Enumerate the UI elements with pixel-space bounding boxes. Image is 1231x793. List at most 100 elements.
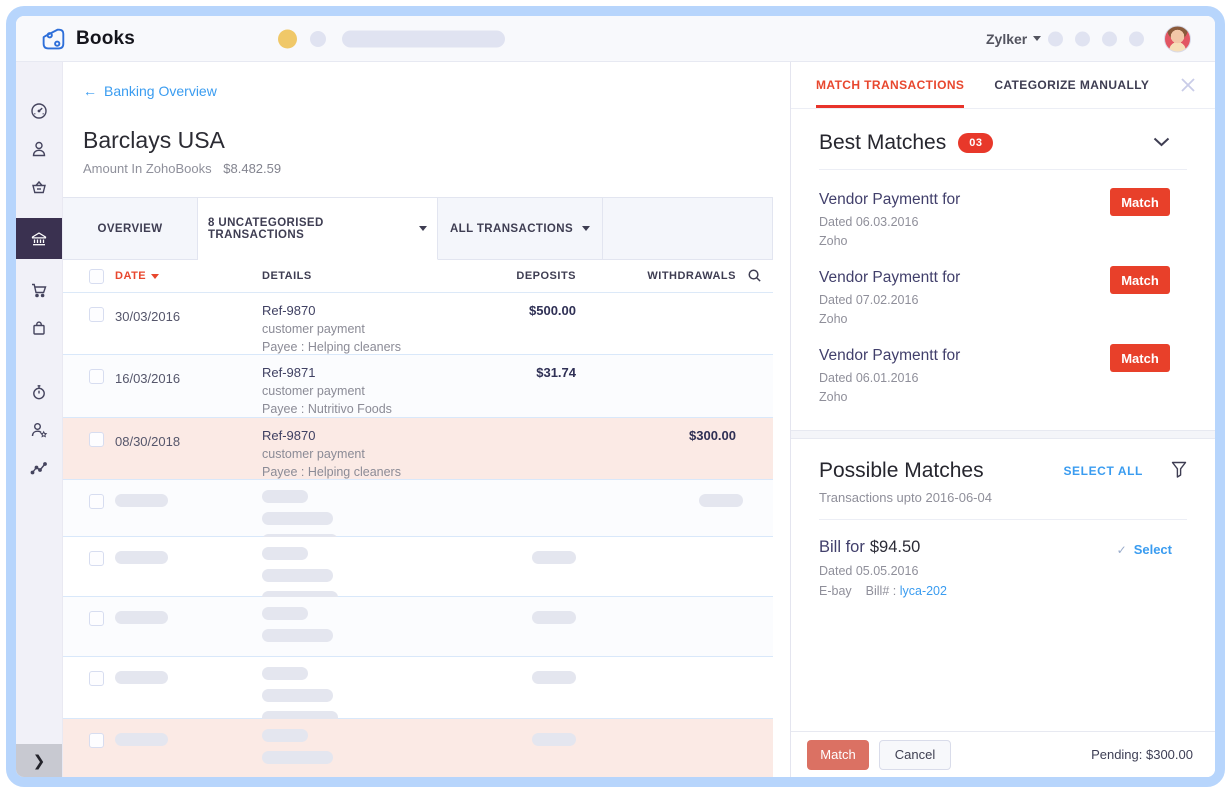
collapse-chevron-icon[interactable] — [1153, 134, 1170, 152]
chevron-down-icon — [419, 226, 427, 231]
skeleton-pill — [262, 490, 308, 503]
tab-categorize-manually[interactable]: CATEGORIZE MANUALLY — [994, 62, 1149, 108]
tab-match-transactions[interactable]: MATCH TRANSACTIONS — [816, 62, 965, 108]
topbar-icon-placeholder[interactable] — [1129, 31, 1144, 46]
row-checkbox[interactable] — [89, 307, 104, 322]
skeleton-amount-pill — [532, 551, 576, 564]
row-description: customer payment — [262, 447, 365, 461]
select-all-link[interactable]: SELECT ALL — [1063, 464, 1143, 478]
match-button[interactable]: Match — [807, 739, 869, 770]
row-description: customer payment — [262, 384, 365, 398]
row-checkbox[interactable] — [89, 611, 104, 626]
possible-matches-subtitle: Transactions upto 2016-06-04 — [819, 490, 992, 505]
filter-icon[interactable] — [1171, 461, 1187, 483]
sidebar-item-items[interactable] — [16, 168, 62, 206]
sidebar-item-contacts[interactable] — [16, 130, 62, 168]
sidebar-expand-button[interactable]: ❯ — [16, 744, 62, 777]
items-icon — [29, 177, 49, 197]
close-icon[interactable] — [1179, 76, 1197, 94]
back-to-banking-overview-link[interactable]: ← Banking Overview — [83, 83, 217, 99]
date-column-sort[interactable]: DATE — [115, 270, 160, 282]
accountant-icon — [29, 420, 49, 440]
row-payee: Payee : Helping cleaners — [262, 340, 401, 354]
search-bar[interactable] — [342, 30, 505, 47]
table-row[interactable]: 16/03/2016 Ref-9871 customer payment Payee … — [63, 355, 773, 418]
purchases-icon — [29, 318, 49, 338]
row-checkbox[interactable] — [89, 432, 104, 447]
row-checkbox[interactable] — [89, 494, 104, 509]
sidebar-item-accountant[interactable] — [16, 411, 62, 449]
select-all-checkbox[interactable] — [89, 269, 104, 284]
skeleton-pill — [262, 607, 308, 620]
match-item-match-button[interactable]: Match — [1110, 188, 1170, 216]
match-item-match-button[interactable]: Match — [1110, 344, 1170, 372]
table-row[interactable]: 30/03/2016 Ref-9870 customer payment Payee … — [63, 293, 773, 355]
details-column-header: DETAILS — [262, 270, 312, 282]
row-checkbox[interactable] — [89, 369, 104, 384]
table-row-skeleton[interactable] — [63, 537, 773, 604]
topbar-icon-placeholder[interactable] — [1075, 31, 1090, 46]
search-icon[interactable] — [747, 268, 762, 286]
transactions-table-header: DATE DETAILS DEPOSITS WITHDRAWALS — [63, 260, 773, 293]
bill-number-link[interactable]: lyca-202 — [900, 584, 947, 598]
chevron-down-icon — [582, 226, 591, 231]
bill-vendor: E-bay — [819, 584, 852, 598]
table-row-skeleton[interactable] — [63, 719, 773, 777]
withdrawals-column-header: WITHDRAWALS — [647, 270, 736, 282]
sales-icon — [29, 280, 49, 300]
skeleton-pill — [262, 547, 308, 560]
chevron-down-icon — [1033, 36, 1042, 41]
match-item-vendor: Zoho — [819, 390, 848, 404]
tab-uncategorised-transactions[interactable]: 8 UNCATEGORISED TRANSACTIONS — [198, 198, 438, 260]
row-date: 08/30/2018 — [115, 434, 181, 449]
match-item-vendor: Zoho — [819, 312, 848, 326]
table-row-skeleton[interactable] — [63, 657, 773, 724]
best-matches-count-badge: 03 — [958, 133, 994, 153]
row-withdrawal-amount: $300.00 — [689, 428, 736, 443]
sidebar-item-sales[interactable] — [16, 271, 62, 309]
main-content: ← Banking Overview Barclays USA Amount I… — [63, 62, 790, 777]
tab-overview[interactable]: OVERVIEW — [63, 198, 198, 259]
skeleton-pill — [262, 667, 308, 680]
skeleton-amount-pill — [532, 733, 576, 746]
notification-dot-icon[interactable] — [278, 29, 297, 48]
topbar-icon-placeholder[interactable] — [1102, 31, 1117, 46]
sidebar-item-dashboard[interactable] — [16, 92, 62, 130]
cancel-button[interactable]: Cancel — [879, 739, 951, 770]
row-date: 16/03/2016 — [115, 371, 181, 386]
org-dropdown[interactable]: Zylker — [986, 16, 1042, 61]
match-item-vendor: Zoho — [819, 234, 848, 248]
skeleton-pill — [115, 551, 168, 564]
sidebar-item-reports[interactable] — [16, 449, 62, 487]
skeleton-pill — [115, 494, 168, 507]
user-avatar[interactable] — [1164, 25, 1191, 52]
sidebar-item-purchases[interactable] — [16, 309, 62, 347]
skeleton-amount-pill — [532, 671, 576, 684]
table-row[interactable]: 08/30/2018 Ref-9870 customer payment Payee … — [63, 418, 773, 480]
sidebar-item-time[interactable] — [16, 373, 62, 411]
account-tabs: OVERVIEW 8 UNCATEGORISED TRANSACTIONS AL… — [63, 197, 773, 260]
sidebar-item-banking[interactable] — [16, 218, 62, 259]
skeleton-amount-pill — [699, 494, 743, 507]
tab-all-transactions[interactable]: ALL TRANSACTIONS — [438, 198, 603, 259]
row-checkbox[interactable] — [89, 733, 104, 748]
match-item-match-button[interactable]: Match — [1110, 266, 1170, 294]
row-checkbox[interactable] — [89, 551, 104, 566]
topbar-icon-placeholder[interactable] — [1048, 31, 1063, 46]
contacts-icon — [29, 139, 49, 159]
match-item-date: Dated 07.02.2016 — [819, 293, 919, 307]
row-reference: Ref-9871 — [262, 365, 316, 380]
best-match-item: Vendor Paymentt for Dated 06.03.2016 Zoho M… — [819, 170, 1187, 248]
select-link[interactable]: ✓ Select — [1117, 542, 1172, 557]
match-panel-body: Best Matches 03 Vendor Paymentt for Dated… — [791, 109, 1215, 731]
table-row-skeleton[interactable] — [63, 597, 773, 657]
best-matches-header: Best Matches 03 — [819, 131, 1187, 155]
row-checkbox[interactable] — [89, 671, 104, 686]
reports-icon — [29, 458, 49, 478]
row-payee: Payee : Nutritivo Foods — [262, 402, 392, 416]
row-deposit-amount: $500.00 — [529, 303, 576, 318]
table-row-skeleton[interactable] — [63, 480, 773, 547]
app-window: Books Zylker ❯ ← Banking Overview Barcla… — [6, 6, 1225, 787]
best-match-item: Vendor Paymentt for Dated 06.01.2016 Zoho M… — [819, 326, 1187, 404]
topbar-icon-placeholder[interactable] — [310, 30, 326, 47]
